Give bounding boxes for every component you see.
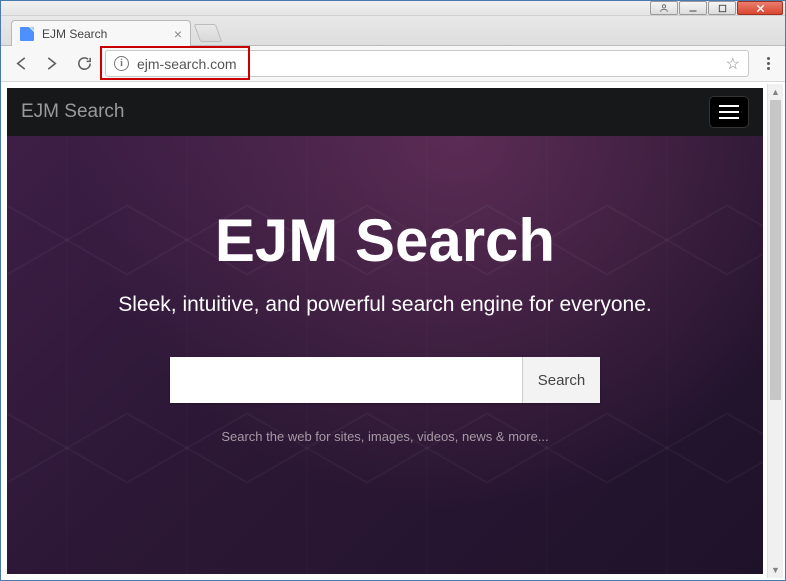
tab-close-icon[interactable]: × bbox=[174, 27, 182, 41]
url-text: ejm-search.com bbox=[137, 56, 726, 72]
site-brand: EJM Search bbox=[21, 101, 124, 123]
hero-section: EJM Search Sleek, intuitive, and powerfu… bbox=[7, 136, 763, 574]
hero-tagline: Sleek, intuitive, and powerful search en… bbox=[7, 293, 763, 317]
close-button[interactable] bbox=[737, 1, 783, 15]
scroll-up-arrow-icon[interactable]: ▲ bbox=[768, 84, 783, 100]
window-titlebar bbox=[1, 1, 785, 16]
browser-menu-button[interactable] bbox=[759, 57, 777, 70]
tab-title: EJM Search bbox=[42, 27, 107, 41]
minimize-button[interactable] bbox=[679, 1, 707, 15]
tab-strip: EJM Search × bbox=[1, 16, 785, 46]
page-viewport: EJM Search EJM Search Sleek, intuitive, … bbox=[1, 82, 785, 580]
browser-toolbar: i ejm-search.com ☆ bbox=[1, 46, 785, 82]
reload-button[interactable] bbox=[73, 55, 95, 72]
search-form: Search bbox=[170, 357, 600, 403]
address-bar[interactable]: i ejm-search.com ☆ bbox=[105, 50, 749, 77]
search-input[interactable] bbox=[170, 357, 522, 403]
maximize-button[interactable] bbox=[708, 1, 736, 15]
site-info-icon[interactable]: i bbox=[114, 56, 129, 71]
back-button[interactable] bbox=[9, 55, 31, 72]
scrollbar-thumb[interactable] bbox=[770, 100, 781, 400]
page-content: EJM Search EJM Search Sleek, intuitive, … bbox=[7, 88, 763, 574]
user-button[interactable] bbox=[650, 1, 678, 15]
forward-button[interactable] bbox=[41, 55, 63, 72]
browser-tab[interactable]: EJM Search × bbox=[11, 20, 191, 46]
scroll-down-arrow-icon[interactable]: ▼ bbox=[768, 562, 783, 578]
hero-subtext: Search the web for sites, images, videos… bbox=[7, 429, 763, 444]
new-tab-button[interactable] bbox=[194, 24, 223, 42]
hamburger-menu-button[interactable] bbox=[709, 96, 749, 128]
vertical-scrollbar[interactable]: ▲ ▼ bbox=[767, 84, 783, 578]
bookmark-star-icon[interactable]: ☆ bbox=[726, 54, 740, 74]
search-button[interactable]: Search bbox=[522, 357, 600, 403]
page-favicon-icon bbox=[20, 27, 34, 41]
site-header: EJM Search bbox=[7, 88, 763, 136]
hero-title: EJM Search bbox=[7, 206, 763, 275]
